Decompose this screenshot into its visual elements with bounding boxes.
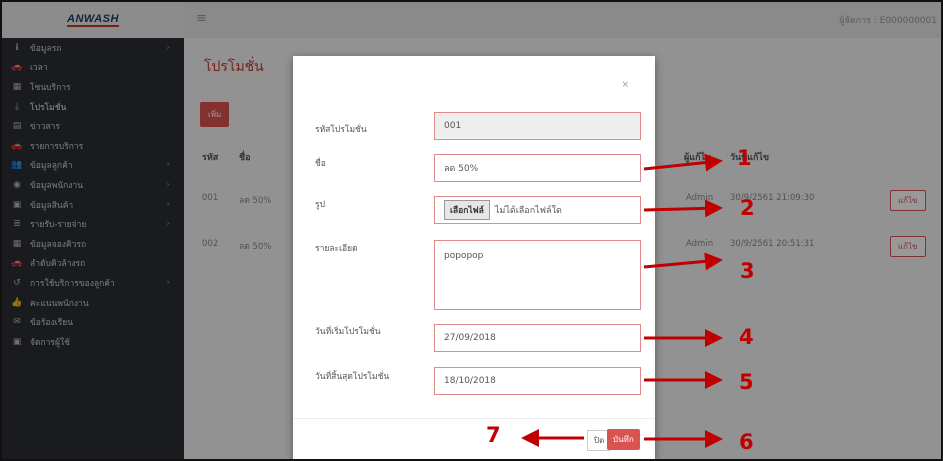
annotation-number: 4 — [739, 325, 754, 349]
annotation-number: 1 — [737, 146, 752, 170]
label-end-date: วันที่สิ้นสุดโปรโมชั่น — [315, 372, 390, 382]
label-promotion-code: รหัสโปรโมชั่น — [315, 125, 367, 135]
promotion-code-field[interactable]: 001 — [434, 112, 641, 140]
annotation-number: 6 — [739, 430, 754, 454]
promotion-detail-textarea[interactable]: popopop — [434, 240, 641, 310]
file-status-text: ไม่ได้เลือกไฟล์ใด — [494, 206, 562, 216]
promotion-image-field: เลือกไฟล์ ไม่ได้เลือกไฟล์ใด — [434, 196, 641, 224]
promotion-name-field[interactable]: ลด 50% — [434, 154, 641, 182]
annotation-number: 5 — [739, 370, 754, 394]
end-date-field[interactable]: 18/10/2018 — [434, 367, 641, 395]
choose-file-button[interactable]: เลือกไฟล์ — [444, 200, 490, 220]
annotation-number: 2 — [740, 196, 755, 220]
promotion-edit-modal: × รหัสโปรโมชั่น 001 ชื่อ ลด 50% รูป เลือ… — [293, 56, 655, 459]
annotation-number: 7 — [486, 423, 501, 447]
save-button[interactable]: บันทึก — [607, 429, 640, 450]
label-promotion-detail: รายละเอียด — [315, 244, 358, 254]
modal-footer — [293, 418, 655, 419]
label-start-date: วันที่เริ่มโปรโมชั่น — [315, 327, 381, 337]
close-icon[interactable]: × — [621, 80, 629, 90]
annotation-number: 3 — [740, 259, 755, 283]
screenshot-frame: ANWASH ℹ ข้อมูลรถ › 🚗 เวลา ▦ โซนบริการ ⤓ โปรโมชั… — [0, 0, 943, 461]
label-promotion-name: ชื่อ — [315, 159, 326, 169]
start-date-field[interactable]: 27/09/2018 — [434, 324, 641, 352]
label-promotion-image: รูป — [315, 200, 325, 210]
